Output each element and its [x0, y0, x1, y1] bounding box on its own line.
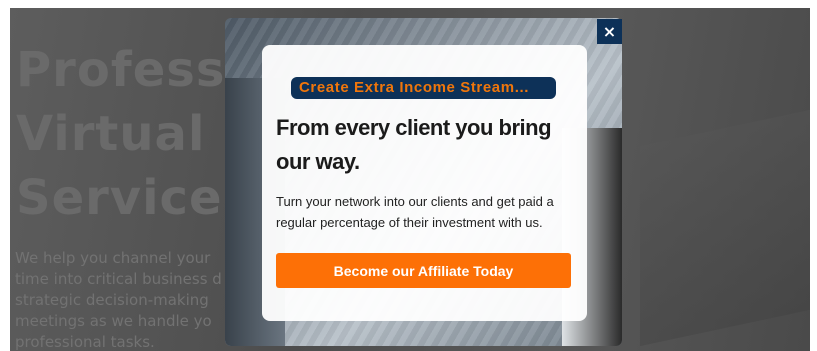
become-affiliate-button[interactable]: Become our Affiliate Today: [276, 253, 571, 288]
close-icon: ×: [602, 22, 617, 41]
popup-description: Turn your network into our clients and g…: [276, 194, 554, 230]
background-headline-line: Virtual S: [16, 106, 259, 162]
popup-title: From every client you bring our way.: [276, 115, 552, 174]
background-decoration: [640, 109, 810, 347]
background-headline: Professi Virtual S Services: [16, 38, 259, 230]
close-button[interactable]: ×: [597, 19, 622, 44]
popup-card: Create Extra Income Stream... From every…: [262, 45, 587, 321]
background-headline-line: Services: [16, 170, 253, 226]
background-headline-line: Professi: [16, 42, 243, 98]
cta-label: Become our Affiliate Today: [333, 262, 514, 279]
tagline-badge: Create Extra Income Stream...: [291, 77, 556, 99]
